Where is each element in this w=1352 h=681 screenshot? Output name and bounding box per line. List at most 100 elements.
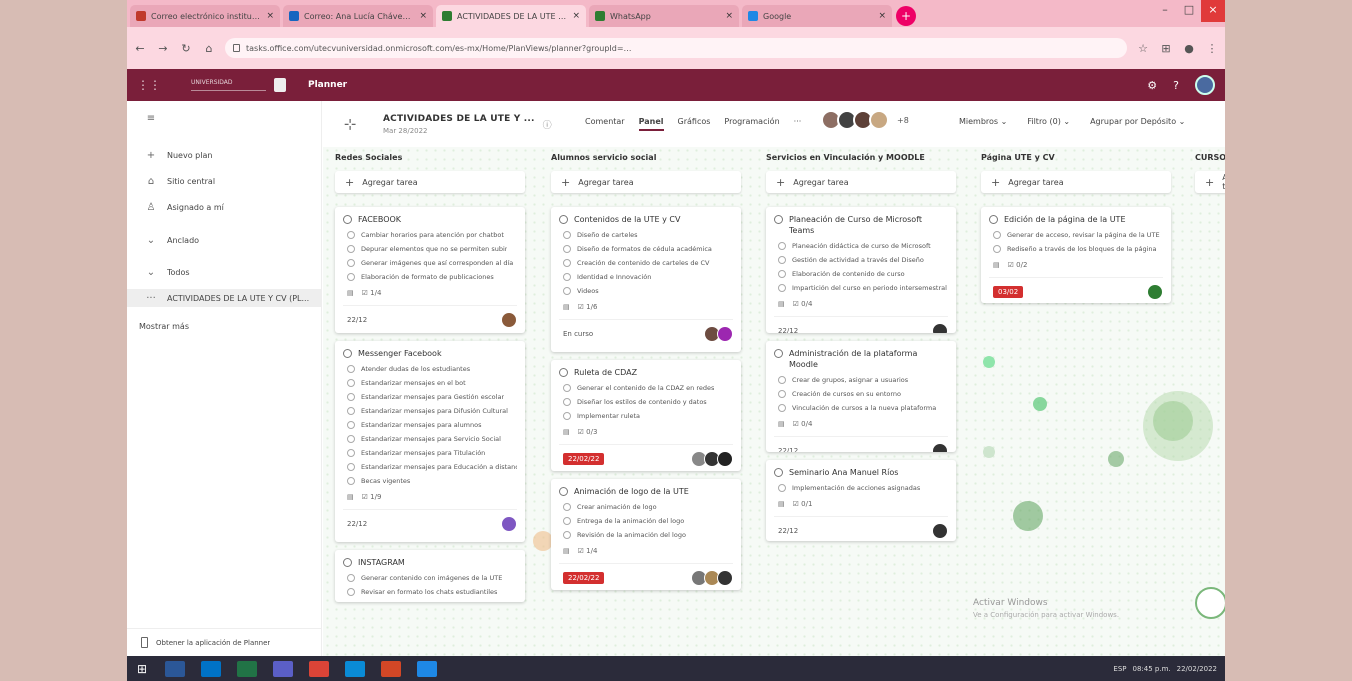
bookmark-star-icon[interactable]: ☆ xyxy=(1136,42,1150,55)
checklist-item[interactable]: Generar el contenido de la CDAZ en redes xyxy=(559,383,733,393)
settings-gear-icon[interactable]: ⚙ xyxy=(1147,79,1157,92)
chrome-icon[interactable] xyxy=(309,660,329,677)
plan-icon[interactable]: ⊹ xyxy=(335,109,365,139)
task-card[interactable]: Seminario Ana Manuel Ríos Implementación … xyxy=(766,460,956,541)
task-complete-toggle[interactable] xyxy=(774,468,783,477)
profile-icon[interactable]: ● xyxy=(1182,42,1196,55)
outlook-icon[interactable] xyxy=(201,660,221,677)
sidebar-item[interactable]: ··· ACTIVIDADES DE LA UTE Y CV (PL... xyxy=(127,289,322,307)
checklist-item[interactable]: Generar de acceso, revisar la página de … xyxy=(989,230,1163,240)
view-tab[interactable]: Gráficos xyxy=(678,117,711,131)
browser-tab[interactable]: Correo electrónico institucional × xyxy=(130,5,280,27)
checklist-item[interactable]: Atender dudas de los estudiantes xyxy=(343,364,517,374)
checklist-toggle[interactable] xyxy=(347,379,355,388)
checklist-item[interactable]: Estandarizar mensajes para Difusión Cult… xyxy=(343,406,517,416)
checklist-toggle[interactable] xyxy=(778,270,786,279)
checklist-toggle[interactable] xyxy=(563,531,571,540)
browser-tab[interactable]: Correo: Ana Lucía Chávez Escobar × xyxy=(283,5,433,27)
excel-icon[interactable] xyxy=(237,660,257,677)
task-complete-toggle[interactable] xyxy=(774,349,783,358)
app-name[interactable]: Planner xyxy=(308,80,347,90)
checklist-toggle[interactable] xyxy=(347,365,355,374)
checklist-toggle[interactable] xyxy=(347,273,355,282)
task-complete-toggle[interactable] xyxy=(343,558,352,567)
checklist-item[interactable]: Diseño de formatos de cédula académica xyxy=(559,244,733,254)
checklist-item[interactable]: Estandarizar mensajes en el bot xyxy=(343,378,517,388)
word-icon[interactable] xyxy=(165,660,185,677)
checklist-toggle[interactable] xyxy=(563,231,571,240)
app-launcher-icon[interactable]: ⋮⋮ xyxy=(137,78,161,92)
checklist-toggle[interactable] xyxy=(563,259,571,268)
checklist-toggle[interactable] xyxy=(778,484,786,493)
assignee-avatar[interactable] xyxy=(717,451,733,468)
assignee-avatar[interactable] xyxy=(932,523,948,540)
checklist-item[interactable]: Entrega de la animación del logo xyxy=(559,516,733,526)
checklist-item[interactable]: Creación de cursos en su entorno xyxy=(774,389,948,399)
plan-title[interactable]: ACTIVIDADES DE LA UTE Y ... xyxy=(383,114,535,124)
checklist-toggle[interactable] xyxy=(347,435,355,444)
checklist-toggle[interactable] xyxy=(347,393,355,402)
forward-icon[interactable]: → xyxy=(156,42,170,55)
checklist-item[interactable]: Identidad e Innovación xyxy=(559,272,733,282)
task-complete-toggle[interactable] xyxy=(343,349,352,358)
tab-close-icon[interactable]: × xyxy=(572,11,580,21)
checklist-toggle[interactable] xyxy=(778,242,786,251)
task-card[interactable]: Administración de la plataforma Moodle Cr… xyxy=(766,341,956,452)
checklist-toggle[interactable] xyxy=(347,407,355,416)
checklist-item[interactable]: Cambiar horarios para atención por chatb… xyxy=(343,230,517,240)
edge-icon[interactable] xyxy=(345,660,365,677)
checklist-toggle[interactable] xyxy=(563,398,571,407)
task-card[interactable]: INSTAGRAM Generar contenido con imágenes … xyxy=(335,550,525,602)
checklist-item[interactable]: Planeación didáctica de curso de Microso… xyxy=(774,241,948,251)
checklist-toggle[interactable] xyxy=(993,245,1001,254)
checklist-item[interactable]: Revisar en formato los chats estudiantil… xyxy=(343,587,517,597)
back-icon[interactable]: ← xyxy=(133,42,147,55)
task-complete-toggle[interactable] xyxy=(559,215,568,224)
task-complete-toggle[interactable] xyxy=(774,215,783,224)
filter-button[interactable]: Miembros ⌄ xyxy=(959,117,1007,126)
checklist-toggle[interactable] xyxy=(563,273,571,282)
task-card[interactable]: Contenidos de la UTE y CV Diseño de carte… xyxy=(551,207,741,352)
checklist-item[interactable]: Estandarizar mensajes para Educación a d… xyxy=(343,462,517,472)
checklist-toggle[interactable] xyxy=(778,284,786,293)
browser-tab[interactable]: WhatsApp × xyxy=(589,5,739,27)
checklist-item[interactable]: Estandarizar mensajes para Servicio Soci… xyxy=(343,434,517,444)
bucket-name[interactable]: Alumnos servicio social xyxy=(551,153,741,167)
checklist-item[interactable]: Rediseño a través de los bloques de la p… xyxy=(989,244,1163,254)
tab-close-icon[interactable]: × xyxy=(266,11,274,21)
assignee-avatar[interactable] xyxy=(501,516,517,533)
reload-icon[interactable]: ↻ xyxy=(179,42,193,55)
get-app-link[interactable]: Obtener la aplicación de Planner xyxy=(127,628,322,656)
checklist-item[interactable]: Impartición del curso en periodo interse… xyxy=(774,283,948,293)
add-task-button[interactable]: + Agregar tarea xyxy=(981,171,1171,193)
checklist-toggle[interactable] xyxy=(778,390,786,399)
task-complete-toggle[interactable] xyxy=(989,215,998,224)
assignee-avatar[interactable] xyxy=(717,326,733,343)
task-complete-toggle[interactable] xyxy=(559,368,568,377)
checklist-toggle[interactable] xyxy=(563,412,571,421)
checklist-item[interactable]: Crear de grupos, asignar a usuarios xyxy=(774,375,948,385)
checklist-toggle[interactable] xyxy=(563,503,571,512)
checklist-item[interactable]: Implementación de acciones asignadas xyxy=(774,483,948,493)
checklist-toggle[interactable] xyxy=(347,259,355,268)
checklist-item[interactable]: Gestión de actividad a través del Diseño xyxy=(774,255,948,265)
collapse-sidebar-button[interactable]: ≡ xyxy=(127,109,322,127)
task-card[interactable]: Messenger Facebook Atender dudas de los e… xyxy=(335,341,525,542)
bucket-name[interactable]: CURSOS xyxy=(1195,153,1225,167)
menu-icon[interactable]: ⋮ xyxy=(1205,42,1219,55)
extensions-icon[interactable]: ⊞ xyxy=(1159,42,1173,55)
filter-button[interactable]: Filtro (0) ⌄ xyxy=(1027,117,1070,126)
sidebar-item[interactable]: ⌂ Sitio central xyxy=(127,172,322,190)
plan-info-icon[interactable]: ⓘ xyxy=(543,118,552,131)
assignee-avatar[interactable] xyxy=(501,312,517,329)
checklist-toggle[interactable] xyxy=(347,588,355,597)
add-task-button[interactable]: + Agregar tarea xyxy=(766,171,956,193)
checklist-item[interactable]: Revisión de la animación del logo xyxy=(559,530,733,540)
checklist-toggle[interactable] xyxy=(778,404,786,413)
view-tab[interactable]: Panel xyxy=(638,117,664,131)
checklist-toggle[interactable] xyxy=(347,245,355,254)
task-complete-toggle[interactable] xyxy=(343,215,352,224)
tray-time[interactable]: 08:45 p.m. xyxy=(1133,665,1171,673)
assignee-avatar[interactable] xyxy=(717,570,733,587)
tab-close-icon[interactable]: × xyxy=(725,11,733,21)
